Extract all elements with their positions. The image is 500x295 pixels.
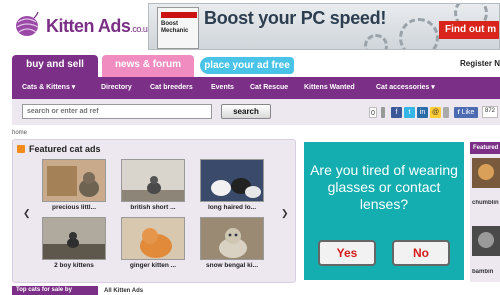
facebook-like-button[interactable]: f Like [454, 107, 478, 118]
bookmark-icon[interactable] [443, 107, 449, 118]
place-ad-free-button[interactable]: place your ad free [200, 57, 294, 74]
divider [381, 107, 385, 118]
cat-ad-image[interactable] [42, 217, 106, 260]
featured-title: Featured cat ads [29, 144, 101, 154]
software-box-label: Boost Mechanic [161, 21, 189, 34]
search-bar: search 0 f t in @ f Like 872 [12, 99, 500, 125]
tab-news-and-forum[interactable]: news & forum [102, 55, 194, 77]
cat-ad-title[interactable]: precious littl... [33, 204, 115, 211]
cat-ad-title[interactable]: long haired lo... [191, 204, 273, 211]
twitter-icon[interactable]: t [404, 107, 415, 118]
category-nav: Cats & Kittens ▾ Directory Cat breeders … [12, 77, 500, 99]
gear-icon [364, 34, 388, 49]
cat-ad-image[interactable] [200, 217, 264, 260]
cat-ad-image[interactable] [200, 159, 264, 202]
nav-cats-and-kittens[interactable]: Cats & Kittens ▾ [22, 77, 75, 99]
cat-ad-title[interactable]: 2 boy kittens [33, 262, 115, 269]
search-input[interactable] [22, 104, 212, 119]
email-icon[interactable]: @ [430, 107, 441, 118]
cat-ad-image[interactable] [121, 159, 185, 202]
logo-text: Kitten Ads.co.uk [46, 16, 152, 37]
breadcrumb[interactable]: home [12, 130, 27, 136]
facebook-icon[interactable]: f [391, 107, 402, 118]
all-kitten-ads-heading: All Kitten Ads [104, 288, 144, 294]
cat-ad-image[interactable] [121, 217, 185, 260]
banner-ad[interactable]: Boost Mechanic Boost your PC speed! Find… [148, 3, 500, 50]
software-box-image: Boost Mechanic [157, 7, 199, 49]
carousel-next-arrow[interactable]: ❯ [281, 208, 289, 219]
rss-icon[interactable] [17, 145, 25, 153]
linkedin-icon[interactable]: in [417, 107, 428, 118]
like-count: 872 [482, 106, 499, 118]
like-label: Like [461, 109, 475, 116]
cat-ad-title[interactable]: british short ... [112, 204, 194, 211]
top-cats-heading: Top cats for sale by [12, 286, 98, 295]
logo-title: Kitten Ads [46, 16, 131, 36]
cat-ad-title[interactable]: snow bengal ki... [191, 262, 273, 269]
sidebar-title: Featured [470, 142, 500, 154]
lens-advert[interactable]: Are you tired of wearing glasses or cont… [304, 142, 464, 280]
search-button[interactable]: search [221, 104, 271, 119]
yarn-ball-icon [16, 12, 39, 36]
nav-cat-breeders[interactable]: Cat breeders [150, 77, 193, 99]
nav-cat-accessories[interactable]: Cat accessories ▾ [376, 77, 435, 99]
advert-yes-button[interactable]: Yes [318, 240, 376, 266]
advert-question: Are you tired of wearing glasses or cont… [310, 162, 458, 212]
featured-cat-ads: Featured cat ads ❮ ❯ precious littl... b… [12, 139, 296, 283]
featured-heading: Featured cat ads [17, 144, 101, 154]
count-box: 0 [369, 107, 377, 118]
main-tabs: buy and sell news & forum place your ad … [0, 55, 500, 78]
nav-kittens-wanted[interactable]: Kittens Wanted [304, 77, 355, 99]
register-link[interactable]: Register N [460, 59, 500, 68]
cat-ad-image[interactable] [42, 159, 106, 202]
carousel-prev-arrow[interactable]: ❮ [23, 208, 31, 219]
sidebar-cat-image[interactable] [472, 226, 500, 256]
cat-ad-title[interactable]: ginger kitten ... [112, 262, 194, 269]
page: Kitten Ads.co.uk Boost Mechanic Boost yo… [0, 0, 500, 295]
nav-events[interactable]: Events [211, 77, 234, 99]
sidebar-item-label[interactable]: bambin [472, 269, 500, 275]
banner-cta-button[interactable]: Find out m [439, 21, 499, 39]
gear-icon [399, 18, 439, 49]
sidebar-cat-image[interactable] [472, 158, 500, 188]
nav-directory[interactable]: Directory [101, 77, 132, 99]
banner-headline: Boost your PC speed! [204, 8, 387, 28]
advert-no-button[interactable]: No [392, 240, 450, 266]
sidebar-item-label[interactable]: chumblin [472, 200, 500, 206]
featured-sidebar: Featured chumblin bambin [470, 142, 500, 282]
tab-buy-and-sell[interactable]: buy and sell [12, 55, 98, 78]
site-logo[interactable]: Kitten Ads.co.uk [12, 10, 152, 44]
nav-cat-rescue[interactable]: Cat Rescue [250, 77, 288, 99]
